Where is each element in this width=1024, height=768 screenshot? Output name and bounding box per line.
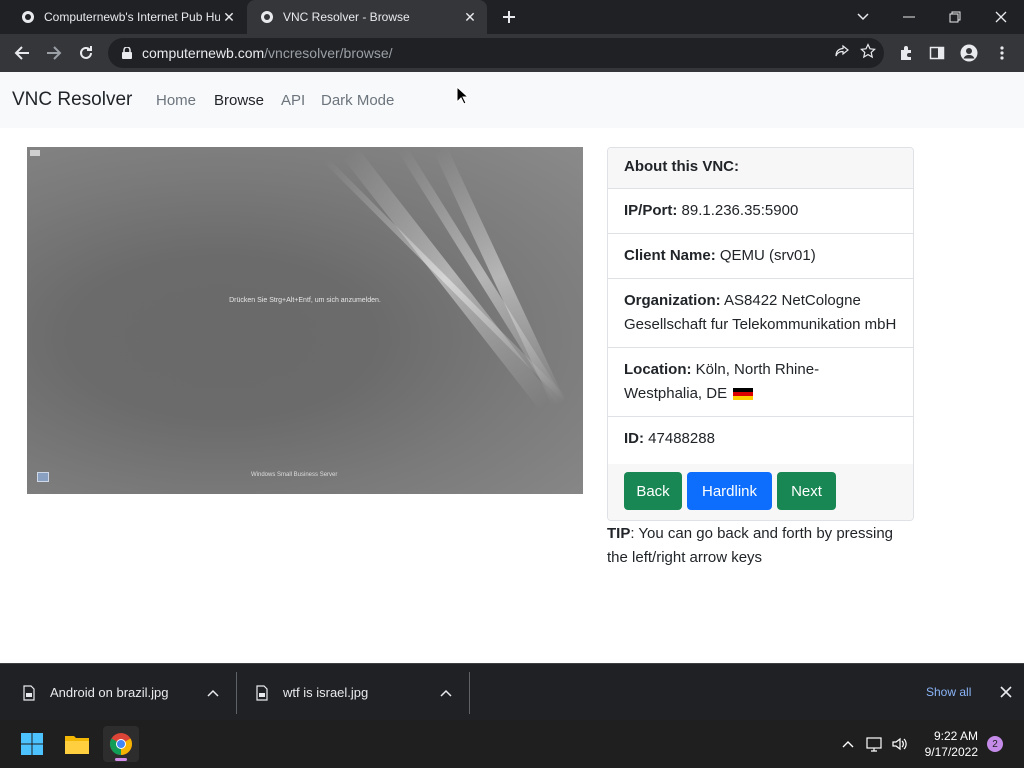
clock-time: 9:22 AM — [933, 729, 978, 743]
browser-tab-strip: Computernewb's Internet Pub Hu ✕ VNC Res… — [0, 0, 1024, 34]
ip-label: IP/Port: — [624, 202, 678, 219]
vnc-info-card: About this VNC: IP/Port: 89.1.236.35:590… — [607, 147, 914, 521]
minimize-icon[interactable] — [886, 0, 932, 34]
nav-link-home[interactable]: Home — [156, 92, 196, 109]
download-shelf: Android on brazil.jpg wtf is israel.jpg … — [0, 663, 1024, 720]
shelf-divider — [236, 672, 237, 714]
id-label: ID: — [624, 430, 644, 447]
profile-avatar-icon[interactable] — [958, 42, 980, 64]
location-label: Location: — [624, 361, 692, 378]
nav-link-browse[interactable]: Browse — [214, 92, 264, 109]
next-button[interactable]: Next — [777, 472, 836, 510]
tab-computernewb[interactable]: Computernewb's Internet Pub Hu ✕ — [8, 0, 246, 34]
forward-arrow-icon[interactable] — [40, 39, 68, 67]
tray-chevron-up-icon[interactable] — [838, 734, 858, 754]
tab-title: Computernewb's Internet Pub Hu — [44, 10, 220, 24]
file-icon — [22, 684, 36, 701]
extensions-puzzle-icon[interactable] — [895, 42, 917, 64]
url-text: computernewb.com/vncresolver/browse/ — [142, 45, 393, 61]
nav-link-api[interactable]: API — [281, 92, 305, 109]
tab-close-icon[interactable]: ✕ — [220, 8, 238, 26]
tab-title: VNC Resolver - Browse — [283, 10, 410, 24]
card-header: About this VNC: — [608, 148, 913, 189]
side-panel-icon[interactable] — [926, 42, 948, 64]
client-label: Client Name: — [624, 247, 716, 264]
site-favicon-icon — [259, 9, 275, 25]
tab-search-chevron-icon[interactable] — [840, 0, 886, 34]
login-prompt-text: Drücken Sie Strg+Alt+Entf, um sich anzum… — [229, 297, 381, 304]
file-icon — [255, 684, 269, 701]
back-arrow-icon[interactable] — [8, 39, 36, 67]
id-item: ID: 47488288 — [608, 417, 913, 461]
nav-link-dark-mode[interactable]: Dark Mode — [321, 92, 394, 109]
close-shelf-icon[interactable] — [998, 684, 1014, 700]
location-item: Location: Köln, North Rhine-Westphalia, … — [608, 348, 913, 417]
ip-value: 89.1.236.35:5900 — [681, 202, 799, 219]
hardlink-button[interactable]: Hardlink — [687, 472, 772, 510]
bookmark-star-icon[interactable] — [860, 42, 876, 64]
client-name-item: Client Name: QEMU (srv01) — [608, 234, 913, 279]
back-button[interactable]: Back — [624, 472, 682, 510]
windows-logo-text: Windows Small Business Server — [251, 472, 338, 478]
window-close-icon[interactable] — [978, 0, 1024, 34]
active-app-indicator — [115, 758, 127, 761]
browser-menu-icon[interactable] — [991, 42, 1013, 64]
browser-toolbar: computernewb.com/vncresolver/browse/ — [0, 34, 1024, 72]
chevron-up-icon[interactable] — [439, 686, 453, 700]
new-tab-icon[interactable] — [498, 6, 520, 28]
url-path: /vncresolver/browse/ — [264, 45, 393, 61]
mouse-cursor-icon — [456, 86, 468, 105]
tip-text: TIP: You can go back and forth by pressi… — [607, 522, 917, 570]
download-item[interactable]: wtf is israel.jpg — [255, 664, 455, 721]
chrome-icon[interactable] — [103, 726, 139, 762]
share-icon[interactable] — [834, 43, 850, 64]
show-all-link[interactable]: Show all — [926, 685, 971, 699]
tab-close-icon[interactable]: ✕ — [461, 8, 479, 26]
window-icon — [30, 150, 40, 156]
notification-badge[interactable]: 2 — [987, 736, 1003, 752]
site-favicon-icon — [20, 9, 36, 25]
download-item[interactable]: Android on brazil.jpg — [22, 664, 222, 721]
chevron-up-icon[interactable] — [206, 686, 220, 700]
vnc-screenshot: Drücken Sie Strg+Alt+Entf, um sich anzum… — [27, 147, 583, 494]
tip-label: TIP — [607, 525, 631, 542]
download-filename: Android on brazil.jpg — [50, 685, 169, 700]
accessibility-icon — [37, 472, 49, 482]
client-value: QEMU (srv01) — [719, 247, 816, 264]
url-host: computernewb.com — [142, 45, 265, 61]
download-filename: wtf is israel.jpg — [283, 685, 369, 700]
windows-start-icon[interactable] — [14, 726, 50, 762]
windows-taskbar: 9:22 AM 9/17/2022 — [0, 720, 1024, 768]
tip-body: : You can go back and forth by pressing … — [607, 525, 894, 566]
volume-icon[interactable] — [890, 734, 910, 754]
germany-flag-icon — [733, 388, 754, 401]
lock-icon[interactable] — [120, 46, 134, 60]
card-footer: Back Hardlink Next — [608, 464, 913, 520]
network-icon[interactable] — [865, 734, 885, 754]
site-navbar: VNC Resolver Home Browse API Dark Mode — [0, 72, 1024, 128]
restore-icon[interactable] — [932, 0, 978, 34]
clock-date: 9/17/2022 — [924, 745, 978, 759]
address-bar[interactable]: computernewb.com/vncresolver/browse/ — [108, 38, 884, 68]
tab-vnc-resolver[interactable]: VNC Resolver - Browse ✕ — [247, 0, 487, 34]
shelf-divider — [469, 672, 470, 714]
id-value: 47488288 — [648, 430, 715, 447]
file-explorer-icon[interactable] — [59, 726, 95, 762]
ip-port-item: IP/Port: 89.1.236.35:5900 — [608, 189, 913, 234]
reload-icon[interactable] — [72, 39, 100, 67]
site-brand[interactable]: VNC Resolver — [12, 89, 132, 111]
wallpaper-streak — [322, 157, 568, 402]
organization-item: Organization: AS8422 NetCologne Gesellsc… — [608, 279, 913, 348]
org-label: Organization: — [624, 292, 721, 309]
taskbar-clock[interactable]: 9:22 AM 9/17/2022 — [912, 728, 978, 760]
